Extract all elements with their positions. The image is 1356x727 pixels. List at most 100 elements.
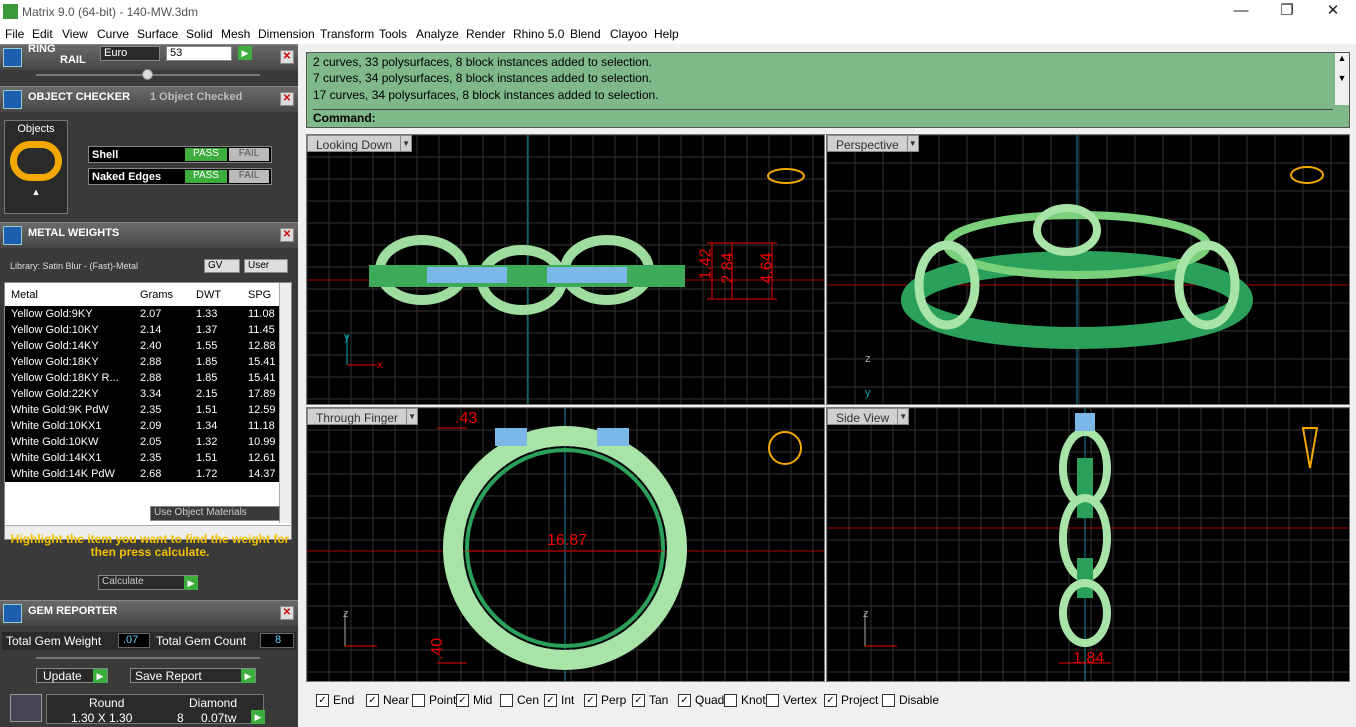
play-icon: ▶: [184, 576, 198, 590]
snap-checkbox[interactable]: [882, 693, 895, 707]
objects-label: Objects: [17, 123, 55, 135]
snap-checkbox[interactable]: ✓: [824, 693, 837, 707]
close-icon[interactable]: ✕: [280, 50, 294, 64]
menu-clayoo[interactable]: Clayoo: [610, 27, 647, 41]
snap-checkbox[interactable]: ✓: [366, 693, 379, 707]
table-cell: 1.85: [196, 372, 218, 384]
snap-checkbox[interactable]: ✓: [544, 693, 557, 707]
save-report-button[interactable]: Save Report ▶: [130, 668, 256, 683]
table-row[interactable]: Yellow Gold:10KY 2.14 1.37 11.45: [5, 322, 279, 338]
table-cell: White Gold:9K PdW: [11, 404, 109, 416]
snap-tan[interactable]: ✓ Tan: [632, 693, 668, 707]
menu-help[interactable]: Help: [654, 27, 679, 41]
col-spg[interactable]: SPG: [248, 289, 271, 301]
menu-surface[interactable]: Surface: [137, 27, 178, 41]
snap-cen[interactable]: Cen: [500, 693, 539, 707]
vertical-scrollbar[interactable]: [279, 283, 291, 523]
col-metal[interactable]: Metal: [11, 289, 38, 301]
command-prompt[interactable]: Command:: [313, 109, 1333, 125]
table-row[interactable]: Yellow Gold:18KY R... 2.88 1.85 15.41: [5, 370, 279, 386]
snap-vertex[interactable]: Vertex: [766, 693, 817, 707]
menu-analyze[interactable]: Analyze: [416, 27, 459, 41]
close-button[interactable]: ✕: [1310, 0, 1356, 24]
table-row[interactable]: White Gold:9K PdW 2.35 1.51 12.59: [5, 402, 279, 418]
dropdown-arrow-icon[interactable]: ▼: [406, 408, 419, 425]
snap-checkbox[interactable]: [412, 693, 425, 707]
minimize-button[interactable]: —: [1218, 0, 1264, 24]
ring-standard-select[interactable]: Euro: [100, 46, 160, 61]
close-icon[interactable]: ✕: [280, 228, 294, 242]
menu-mesh[interactable]: Mesh: [221, 27, 250, 41]
col-dwt[interactable]: DWT: [196, 289, 221, 301]
viewport-perspective[interactable]: z y Perspective ▼: [826, 134, 1350, 405]
snap-end[interactable]: ✓ End: [316, 693, 354, 707]
snap-disable[interactable]: Disable: [882, 693, 939, 707]
snap-knot[interactable]: Knot: [724, 693, 766, 707]
gem-row: Round 1.30 X 1.30 Diamond 8 0.07tw: [46, 694, 264, 725]
snap-checkbox[interactable]: [500, 693, 513, 707]
ring-apply-button[interactable]: ▶: [238, 46, 252, 60]
gem-slider[interactable]: [36, 657, 260, 659]
snap-point[interactable]: Point: [412, 693, 456, 707]
snap-checkbox[interactable]: ✓: [456, 693, 469, 707]
snap-checkbox[interactable]: [766, 693, 779, 707]
menu-transform[interactable]: Transform: [320, 27, 374, 41]
snap-checkbox[interactable]: ✓: [316, 693, 329, 707]
table-row[interactable]: White Gold:14K PdW 2.68 1.72 14.37: [5, 466, 279, 482]
snap-checkbox[interactable]: ✓: [584, 693, 597, 707]
snap-checkbox[interactable]: ✓: [632, 693, 645, 707]
snap-near[interactable]: ✓ Near: [366, 693, 409, 707]
menu-file[interactable]: File: [5, 27, 24, 41]
menu-blend[interactable]: Blend: [570, 27, 601, 41]
viewport-tab-looking-down[interactable]: Looking Down ▼: [307, 135, 413, 152]
table-row[interactable]: Yellow Gold:14KY 2.40 1.55 12.88: [5, 338, 279, 354]
menu-dimension[interactable]: Dimension: [258, 27, 315, 41]
table-row[interactable]: White Gold:14KX1 2.35 1.51 12.61: [5, 450, 279, 466]
close-icon[interactable]: ✕: [280, 92, 294, 106]
ring-size-select[interactable]: 53: [166, 46, 232, 61]
menu-tools[interactable]: Tools: [379, 27, 407, 41]
dropdown-arrow-icon[interactable]: ▼: [400, 135, 413, 152]
table-row[interactable]: White Gold:10KX1 2.09 1.34 11.18: [5, 418, 279, 434]
gem-apply-button[interactable]: ▶: [251, 710, 265, 724]
use-object-materials-toggle[interactable]: Use Object Materials: [150, 506, 280, 521]
menu-edit[interactable]: Edit: [32, 27, 53, 41]
menu-rhino[interactable]: Rhino 5.0: [513, 27, 564, 41]
viewport-looking-down[interactable]: 1.42 2.84 4.64 y x Looking Down ▼: [306, 134, 825, 405]
snap-mid[interactable]: ✓ Mid: [456, 693, 492, 707]
table-row[interactable]: White Gold:10KW 2.05 1.32 10.99: [5, 434, 279, 450]
close-icon[interactable]: ✕: [280, 606, 294, 620]
table-row[interactable]: Yellow Gold:9KY 2.07 1.33 11.08: [5, 306, 279, 322]
slider-handle[interactable]: [142, 69, 153, 80]
collapse-arrow-icon[interactable]: ▲: [5, 187, 67, 197]
col-grams[interactable]: Grams: [140, 289, 173, 301]
snap-label: Project: [841, 693, 879, 707]
table-cell: 1.37: [196, 324, 218, 336]
history-scrollbar[interactable]: ▲ ▼: [1335, 53, 1349, 105]
snap-project[interactable]: ✓ Project: [824, 693, 878, 707]
user-toggle[interactable]: User: [244, 259, 288, 273]
gv-toggle[interactable]: GV: [204, 259, 240, 273]
snap-checkbox[interactable]: [724, 693, 737, 707]
snap-int[interactable]: ✓ Int: [544, 693, 574, 707]
calculate-button[interactable]: Calculate ▶: [98, 575, 198, 590]
table-row[interactable]: Yellow Gold:22KY 3.34 2.15 17.89: [5, 386, 279, 402]
snap-checkbox[interactable]: ✓: [678, 693, 691, 707]
viewport-tab-through-finger[interactable]: Through Finger ▼: [307, 408, 419, 425]
table-row[interactable]: Yellow Gold:18KY 2.88 1.85 15.41: [5, 354, 279, 370]
menu-view[interactable]: View: [62, 27, 88, 41]
menu-curve[interactable]: Curve: [97, 27, 129, 41]
viewport-tab-side-view[interactable]: Side View ▼: [827, 408, 910, 425]
viewport-tab-perspective[interactable]: Perspective ▼: [827, 135, 919, 152]
menu-solid[interactable]: Solid: [186, 27, 213, 41]
update-button[interactable]: Update ▶: [36, 668, 108, 683]
snap-quad[interactable]: ✓ Quad: [678, 693, 724, 707]
viewport-through-finger[interactable]: .43 16.87 .40 z Through Finger ▼: [306, 407, 825, 682]
snap-perp[interactable]: ✓ Perp: [584, 693, 626, 707]
dropdown-arrow-icon[interactable]: ▼: [897, 408, 910, 425]
maximize-button[interactable]: ❐: [1264, 0, 1310, 24]
osnap-bar: ✓ End ✓ Near Point ✓ Mid Cen ✓ Int ✓ Perp ✓ Tan ✓ Quad K…: [306, 688, 1350, 710]
dropdown-arrow-icon[interactable]: ▼: [906, 135, 919, 152]
viewport-side-view[interactable]: 1.84 z Side View ▼: [826, 407, 1350, 682]
menu-render[interactable]: Render: [466, 27, 505, 41]
